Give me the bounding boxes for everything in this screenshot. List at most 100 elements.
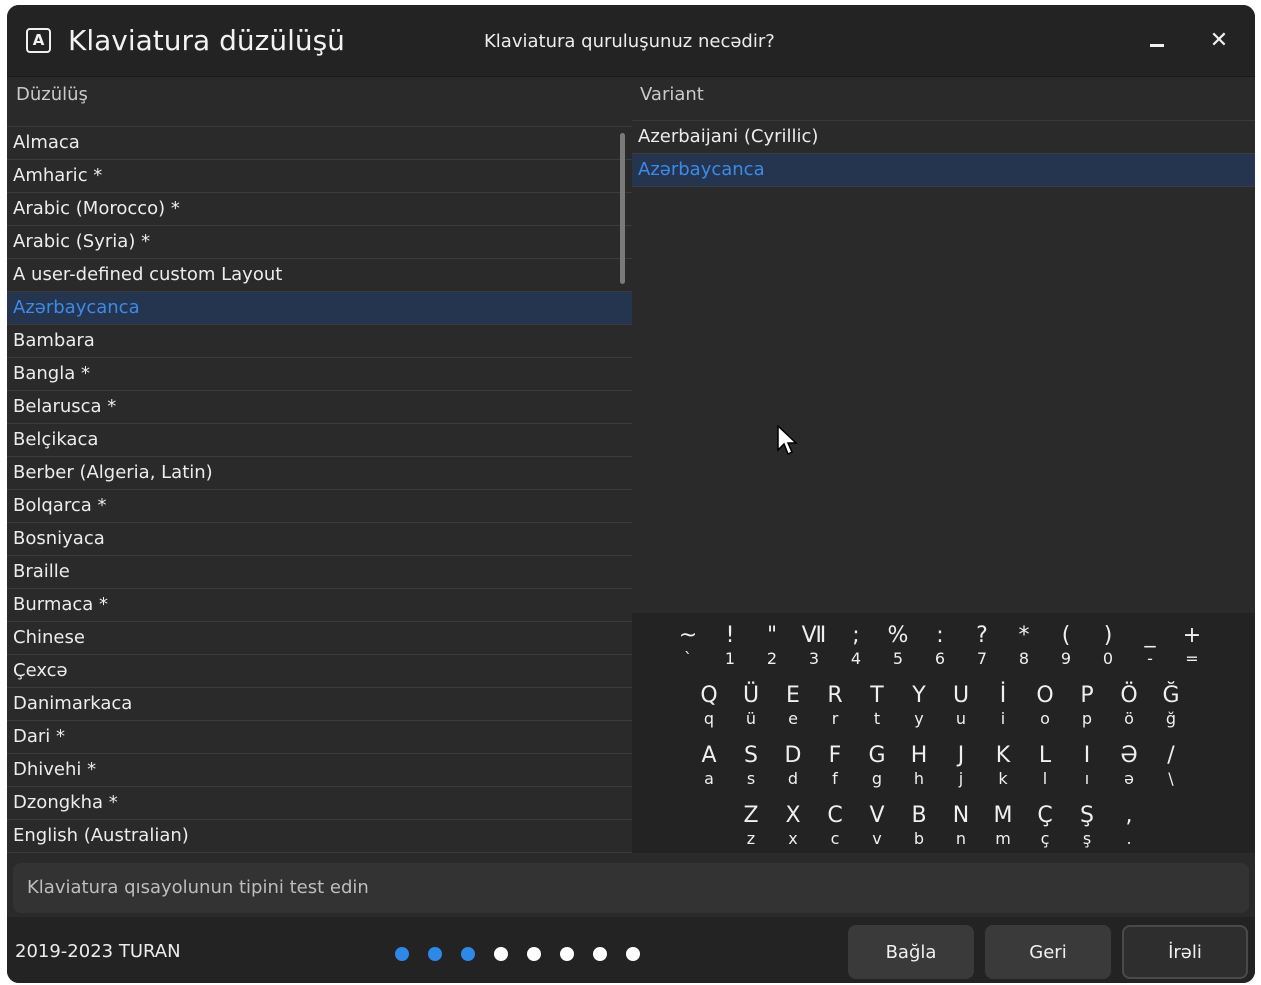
variant-item[interactable]: Azərbaycanca [632,154,1255,187]
progress-dot [560,947,574,961]
key-upper-label: Q [700,683,718,708]
layout-item[interactable]: Burmaca * [7,589,632,622]
key-upper-label: ; [852,623,860,648]
layout-item[interactable]: Berber (Algeria, Latin) [7,457,632,490]
progress-dot [626,947,640,961]
keyboard-key: Dd [773,743,813,789]
layout-item[interactable]: Belarusca * [7,391,632,424]
keyboard-key: Uu [941,683,981,729]
key-upper-label: Ç [1037,803,1053,828]
layout-item[interactable]: Belçikaca [7,424,632,457]
back-button[interactable]: Geri [985,925,1111,979]
variant-item[interactable]: Azerbaijani (Cyrillic) [632,121,1255,154]
layout-item[interactable]: Dhivehi * [7,754,632,787]
keyboard-key: Hh [899,743,939,789]
keyboard-key: / \ [1151,743,1191,789]
key-upper-label: : [936,623,944,648]
key-lower-label: q [703,709,715,728]
key-lower-label: 6 [934,649,946,668]
key-lower-label: k [998,769,1008,788]
key-lower-label: 9 [1060,649,1072,668]
key-lower-label: m [995,829,1011,848]
layout-item[interactable]: English (Australian) [7,820,632,853]
key-lower-label: \ [1168,769,1174,788]
keyboard-key: Oo [1025,683,1065,729]
layout-item[interactable]: Arabic (Morocco) * [7,193,632,226]
key-lower-label: s [746,769,756,788]
close-button[interactable]: Bağla [848,925,974,979]
layout-item[interactable]: Bosniyaca [7,523,632,556]
progress-dot [593,947,607,961]
key-upper-label: İ [999,683,1007,708]
keyboard-key: ! 1 [710,623,750,669]
keyboard-test-input[interactable]: Klaviatura qısayolunun tipini test edin [13,863,1249,913]
key-lower-label: r [831,709,839,728]
key-lower-label: = [1185,649,1199,668]
key-upper-label: H [910,743,928,768]
keyboard-key: Tt [857,683,897,729]
keyboard-key: Üü [731,683,771,729]
key-upper-label: K [995,743,1011,768]
key-upper-label: L [1038,743,1052,768]
keyboard-key: Ğğ [1151,683,1191,729]
keyboard-key: Ee [773,683,813,729]
layout-item[interactable]: Çexcə [7,655,632,688]
keyboard-key: (9 [1046,623,1086,669]
keyboard-key: Vv [857,803,897,849]
key-lower-label: v [872,829,882,848]
key-upper-label: ) [1103,623,1113,648]
key-lower-label: x [788,829,798,848]
layout-item[interactable]: Danimarkaca [7,688,632,721]
layout-item[interactable]: Chinese [7,622,632,655]
layout-list[interactable]: Almaca Amharic * Arabic (Morocco) * Arabic … [7,127,632,853]
progress-dot [461,947,475,961]
key-lower-label: . [1126,829,1132,848]
key-lower-label: ğ [1165,709,1177,728]
key-upper-label: E [786,683,800,708]
close-window-button[interactable]: ✕ [1204,25,1234,55]
key-lower-label: l [1042,769,1048,788]
layout-list-scrollbar[interactable] [620,133,625,284]
key-upper-label: A [701,743,717,768]
key-lower-label: ` [684,649,692,668]
keyboard-key: Pp [1067,683,1107,729]
layout-column-header: Düzülüş [16,84,88,105]
keyboard-app-icon: A [26,28,51,53]
key-upper-label: Z [743,803,759,828]
layout-item[interactable]: Bangla * [7,358,632,391]
layout-item[interactable]: Almaca [7,127,632,160]
minimize-button[interactable] [1142,25,1172,55]
key-upper-label: Y [912,683,926,708]
key-lower-label: i [1000,709,1006,728]
keyboard-key: Ⅶ3 [794,623,834,669]
next-button[interactable]: İrəli [1122,925,1248,979]
footer: 2019-2023 TURAN Bağla Geri İrəli [7,917,1255,983]
key-lower-label: 2 [766,649,778,668]
layout-item[interactable]: Azərbaycanca [7,292,632,325]
layout-item[interactable]: Bambara [7,325,632,358]
layout-item[interactable]: Braille [7,556,632,589]
keyboard-key: :6 [920,623,960,669]
key-lower-label: h [913,769,925,788]
key-upper-label: G [868,743,886,768]
variant-list[interactable]: Azerbaijani (Cyrillic) Azərbaycanca [632,121,1255,187]
key-upper-label: J [957,743,965,768]
layout-item[interactable]: Arabic (Syria) * [7,226,632,259]
layout-item[interactable]: Dari * [7,721,632,754]
layout-item[interactable]: Bolqarca * [7,490,632,523]
keyboard-key: Zz [731,803,771,849]
keyboard-key: * 8 [1004,623,1044,669]
key-lower-label: 7 [976,649,988,668]
key-lower-label: ı [1084,769,1090,788]
keyboard-preview: ~ `! 1 " 2 Ⅶ 3; 4% 5:6? 7 * 8(9) 0 _ - + = Qq Üü Ee Rr Tt Yy Uu… [632,613,1255,853]
layout-item[interactable]: A user-defined custom Layout [7,259,632,292]
title-bar: A Klaviatura düzülüşü Klaviatura quruluş… [7,5,1255,77]
layout-item[interactable]: Amharic * [7,160,632,193]
keyboard-key: Mm [983,803,1023,849]
layout-item[interactable]: Dzongkha * [7,787,632,820]
keyboard-key: Jj [941,743,981,789]
key-lower-label: 0 [1102,649,1114,668]
app-icon-letter: A [32,31,45,49]
key-upper-label: ~ [678,623,698,648]
key-lower-label: d [787,769,799,788]
